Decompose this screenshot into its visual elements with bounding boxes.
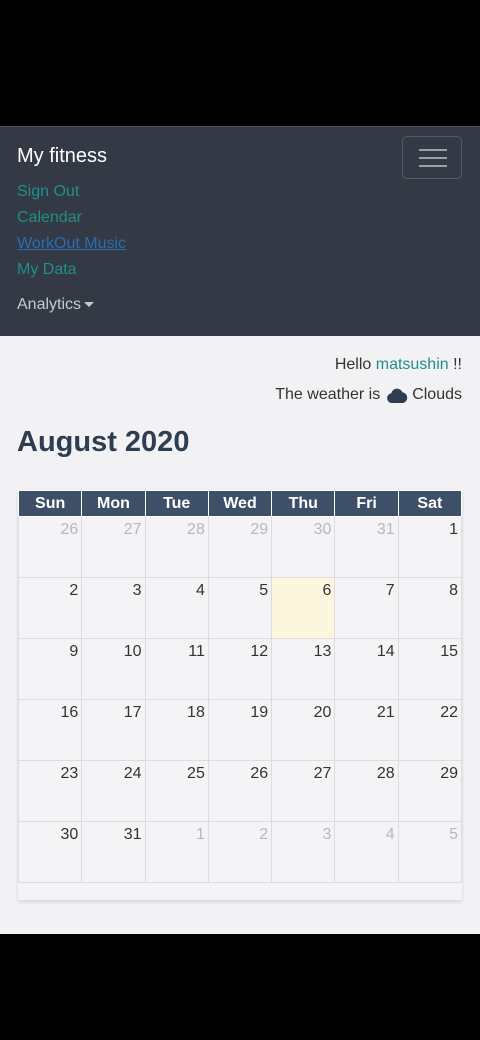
caret-down-icon [84, 302, 95, 308]
calendar-day-cell[interactable]: 22 [397, 699, 463, 761]
greeting-prefix: Hello [334, 356, 372, 373]
main-content: Hello matsushin !! The weather is Clouds… [0, 336, 480, 934]
weekday-header: Fri [334, 490, 399, 517]
calendar-day-cell[interactable]: 5 [207, 577, 273, 639]
calendar-week-row: 26 27 28 29 30 31 1 [17, 516, 463, 578]
calendar-day-cell[interactable]: 19 [207, 699, 273, 761]
weekday-header: Mon [81, 490, 146, 517]
status-area [0, 0, 480, 126]
calendar-day-cell[interactable]: 2 [17, 577, 83, 639]
calendar-week-row: 23 24 25 26 27 28 29 [17, 760, 463, 822]
calendar-day-cell[interactable]: 7 [334, 577, 399, 639]
calendar-day-cell[interactable]: 14 [334, 638, 399, 700]
calendar-day-cell[interactable]: 10 [81, 638, 146, 700]
calendar-day-cell[interactable]: 3 [81, 577, 146, 639]
calendar-day-cell[interactable]: 12 [207, 638, 273, 700]
calendar-day-cell[interactable]: 1 [397, 516, 463, 578]
cloud-icon [387, 388, 408, 403]
calendar-day-cell[interactable]: 2 [207, 821, 273, 883]
calendar-day-cell[interactable]: 27 [81, 516, 146, 578]
calendar-day-cell[interactable]: 8 [397, 577, 463, 639]
weekday-header: Sat [397, 490, 463, 517]
calendar-day-cell[interactable]: 21 [334, 699, 399, 761]
weekday-header: Tue [144, 490, 209, 517]
calendar-week-row: 9 10 11 12 13 14 15 [17, 638, 463, 700]
calendar-day-cell[interactable]: 17 [81, 699, 146, 761]
calendar-table: Sun Mon Tue Wed Thu Fri Sat 26 27 28 29 … [17, 490, 463, 883]
weekday-header: Thu [271, 490, 336, 517]
weekday-header: Sun [17, 490, 83, 517]
calendar-day-cell[interactable]: 13 [271, 638, 336, 700]
weather-condition: Clouds [412, 386, 462, 403]
menu-toggle-button[interactable] [402, 136, 462, 179]
calendar-day-cell[interactable]: 24 [81, 760, 146, 822]
hamburger-icon-bar [419, 157, 447, 159]
brand-title[interactable]: My fitness [17, 145, 107, 168]
calendar-day-cell[interactable]: 23 [17, 760, 83, 822]
nav-link-my-data[interactable]: My Data [17, 260, 126, 286]
hamburger-icon [419, 149, 447, 151]
calendar-day-cell[interactable]: 30 [17, 821, 83, 883]
calendar-day-cell[interactable]: 16 [17, 699, 83, 761]
calendar: Sun Mon Tue Wed Thu Fri Sat 26 27 28 29 … [17, 490, 463, 900]
calendar-day-cell[interactable]: 5 [397, 821, 463, 883]
greeting-suffix: !! [453, 356, 462, 373]
weather-prefix: The weather is [275, 386, 381, 403]
nav-link-calendar[interactable]: Calendar [17, 208, 126, 234]
greeting: Hello matsushin !! [335, 356, 462, 374]
navbar: My fitness Sign Out Calendar WorkOut Mus… [0, 126, 480, 336]
calendar-day-cell[interactable]: 4 [334, 821, 399, 883]
calendar-week-row: 2 3 4 5 6 7 8 [17, 577, 463, 639]
weekday-header-row: Sun Mon Tue Wed Thu Fri Sat [17, 490, 463, 517]
calendar-day-cell[interactable]: 30 [271, 516, 336, 578]
month-title: August 2020 [17, 426, 190, 458]
calendar-day-cell[interactable]: 18 [144, 699, 209, 761]
calendar-day-cell[interactable]: 4 [144, 577, 209, 639]
analytics-dropdown[interactable]: Analytics [17, 296, 95, 314]
calendar-day-cell[interactable]: 26 [17, 516, 83, 578]
calendar-day-cell[interactable]: 9 [17, 638, 83, 700]
calendar-day-cell[interactable]: 28 [334, 760, 399, 822]
calendar-day-cell[interactable]: 15 [397, 638, 463, 700]
calendar-day-cell[interactable]: 25 [144, 760, 209, 822]
nav-link-sign-out[interactable]: Sign Out [17, 182, 126, 208]
hamburger-icon-bar [419, 165, 447, 167]
nav-link-workout-music[interactable]: WorkOut Music [17, 234, 126, 260]
calendar-day-cell[interactable]: 1 [144, 821, 209, 883]
calendar-day-cell[interactable]: 29 [397, 760, 463, 822]
calendar-day-cell[interactable]: 29 [207, 516, 273, 578]
calendar-day-cell[interactable]: 28 [144, 516, 209, 578]
calendar-day-cell[interactable]: 3 [271, 821, 336, 883]
calendar-day-cell[interactable]: 26 [207, 760, 273, 822]
calendar-day-cell-today[interactable]: 6 [271, 577, 336, 639]
nav-links: Sign Out Calendar WorkOut Music My Data [17, 182, 126, 286]
analytics-label: Analytics [17, 296, 82, 313]
calendar-week-row: 30 31 1 2 3 4 5 [17, 821, 463, 883]
weekday-header: Wed [207, 490, 273, 517]
calendar-day-cell[interactable]: 20 [271, 699, 336, 761]
calendar-day-cell[interactable]: 31 [334, 516, 399, 578]
calendar-day-cell[interactable]: 11 [144, 638, 209, 700]
username-link[interactable]: matsushin [376, 356, 449, 373]
calendar-week-row: 16 17 18 19 20 21 22 [17, 699, 463, 761]
bottom-area [0, 934, 480, 1040]
weather-info: The weather is Clouds [275, 386, 462, 404]
calendar-day-cell[interactable]: 31 [81, 821, 146, 883]
calendar-day-cell[interactable]: 27 [271, 760, 336, 822]
